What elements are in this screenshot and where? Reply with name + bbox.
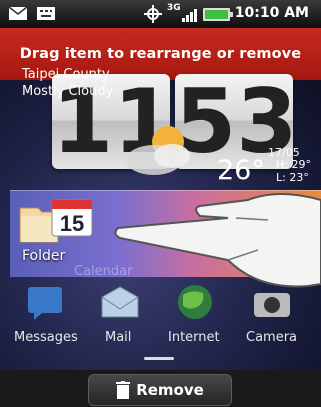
weather-city: Taipei County [22,67,110,82]
battery-icon [203,8,233,21]
signal-icon [182,9,197,22]
weather-cloud-icon [126,126,190,175]
keyboard-icon [37,7,55,20]
weather-location: Taipei County Mostly Cloudy [22,66,113,100]
dock-label-messages[interactable]: Messages [14,330,78,345]
remove-button[interactable]: Remove [88,374,232,406]
dock-label-internet[interactable]: Internet [168,330,220,345]
weather-high-low: H: 29° L: 23° [276,158,311,184]
calendar-icon: 15 [51,199,93,237]
remove-label: Remove [136,381,204,399]
weather-high: H: 29° [276,158,311,171]
mail-app-icon[interactable] [100,283,140,321]
internet-icon[interactable] [175,283,215,321]
trash-icon [116,381,131,399]
svg-text:15: 15 [60,211,84,236]
drawer-handle[interactable] [144,357,174,360]
weather-condition: Mostly Cloudy [22,84,114,99]
folder-label: Folder [22,248,66,264]
camera-icon[interactable] [252,283,292,321]
mail-icon [8,6,28,20]
messages-icon[interactable] [26,283,66,321]
gps-icon [144,5,162,23]
3g-icon: 3G [167,3,181,13]
dock-label-camera[interactable]: Camera [246,330,297,345]
dock-label-mail[interactable]: Mail [105,330,131,345]
weather-temperature: 26° [217,155,265,186]
weather-low: L: 23° [276,171,309,184]
clock-time: 10:10 AM [234,5,309,21]
status-bar: 3G 10:10 AM [0,0,321,28]
banner-text: Drag item to rearrange or remove [19,46,302,62]
